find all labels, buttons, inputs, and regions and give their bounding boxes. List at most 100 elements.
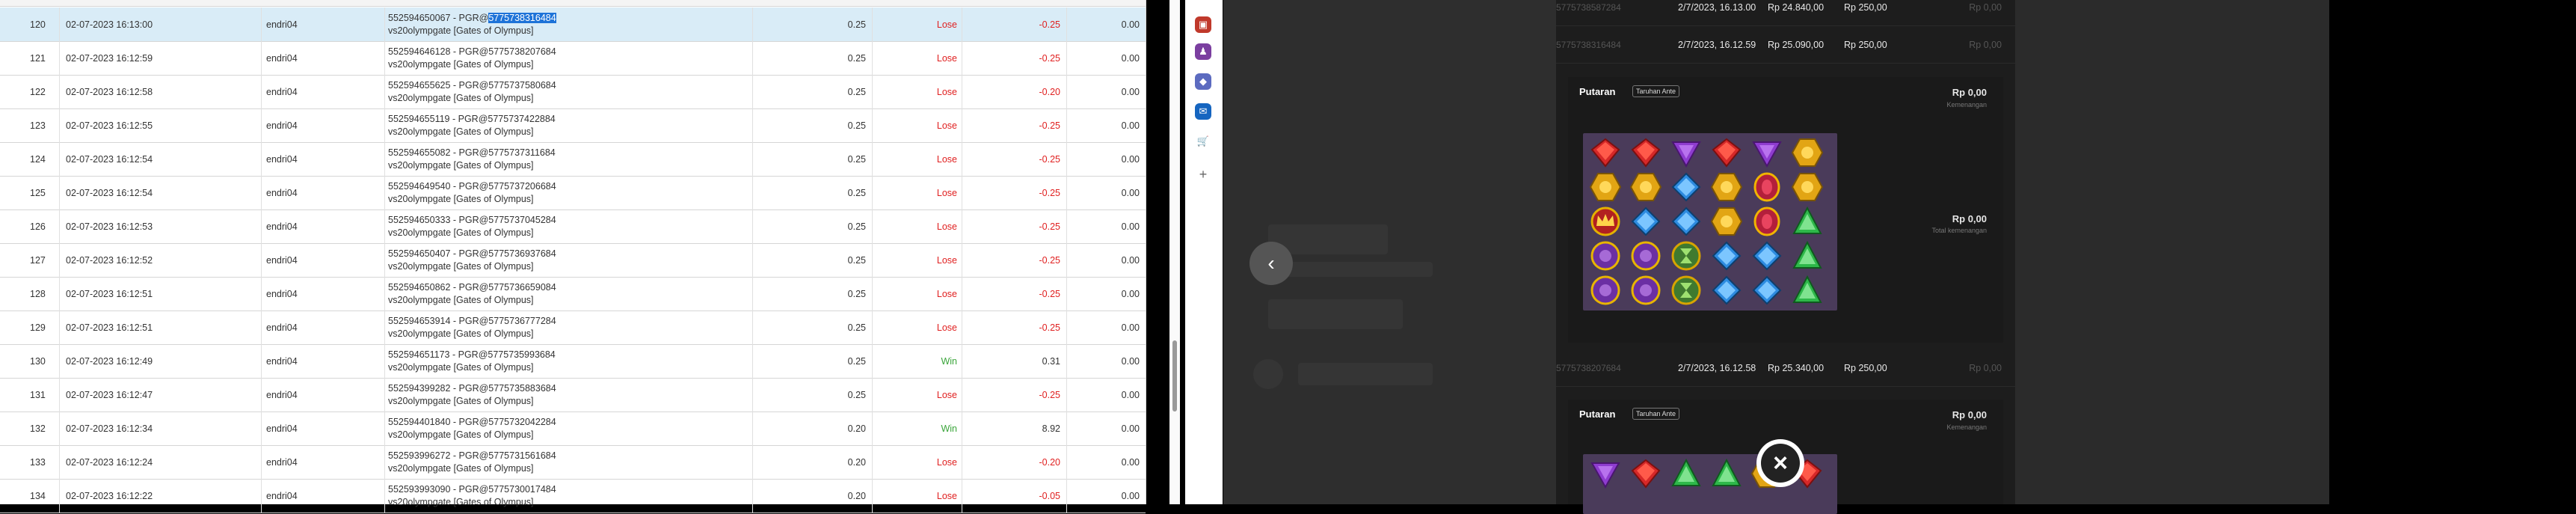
close-button[interactable]: ×	[1756, 439, 1804, 487]
hourglass-green-icon	[1670, 274, 1703, 307]
close-icon: ×	[1761, 444, 1800, 483]
history-row[interactable]: 5775738207684 2/7/2023, 16.12.58 Rp 25.3…	[1556, 350, 2015, 387]
hourglass-green-icon	[1670, 239, 1703, 272]
username: endri04	[262, 479, 385, 513]
bet-datetime: 02-07-2023 16:13:00	[60, 7, 262, 41]
bet-datetime: 02-07-2023 16:12:54	[60, 176, 262, 209]
outlook-icon[interactable]: ✉	[1195, 103, 1211, 120]
bet-id: 552594649540 - PGR@5775737206684	[388, 180, 556, 192]
balance: 0.00	[1121, 288, 1140, 299]
table-row[interactable]: 121 02-07-2023 16:12:59 endri04 55259464612…	[0, 41, 1146, 76]
table-row[interactable]: 125 02-07-2023 16:12:54 endri04 55259464954…	[0, 176, 1146, 210]
bet-detail: 552594650333 - PGR@5775737045284 vs20olym…	[385, 209, 753, 243]
round-bet: Rp 250,00	[1844, 2, 1887, 13]
table-row[interactable]: 131 02-07-2023 16:12:47 endri04 55259439928…	[0, 378, 1146, 412]
gem-green-icon	[1791, 239, 1824, 272]
ring-gold-icon	[1791, 171, 1824, 204]
bet-datetime: 02-07-2023 16:12:34	[60, 411, 262, 445]
round-id: 5775738587284	[1556, 2, 1621, 13]
table-row[interactable]: 123 02-07-2023 16:12:55 endri04 55259465511…	[0, 108, 1146, 143]
game-name: vs20olympgate [Gates of Olympus]	[388, 429, 534, 440]
bet-datetime: 02-07-2023 16:12:55	[60, 108, 262, 142]
username: endri04	[262, 41, 385, 75]
bet-datetime: 02-07-2023 16:12:51	[60, 310, 262, 344]
table-row[interactable]: 127 02-07-2023 16:12:52 endri04 55259465040…	[0, 243, 1146, 278]
bet-datetime: 02-07-2023 16:12:53	[60, 209, 262, 243]
gem-green-icon	[1791, 205, 1824, 238]
table-scrollbar-track[interactable]	[1169, 0, 1180, 504]
win-loss: -0.20	[962, 75, 1067, 108]
win-loss: -0.25	[962, 310, 1067, 344]
bet-amount: 0.20	[753, 411, 873, 445]
backdrop-far-right	[2329, 0, 2576, 504]
bet-id: 552593993090 - PGR@5775730017484	[388, 483, 556, 495]
balance: 0.00	[1121, 254, 1140, 266]
bet-id: 552594650067 - PGR@5775738316484	[388, 12, 556, 23]
balance: 0.00	[1121, 86, 1140, 97]
bet-detail: 552594655082 - PGR@5775737311684 vs20olym…	[385, 142, 753, 176]
username: endri04	[262, 7, 385, 41]
gem-blue-icon	[1629, 205, 1662, 238]
bet-result: Lose	[873, 277, 962, 310]
table-top-edge	[0, 0, 1146, 7]
table-row[interactable]: 133 02-07-2023 16:12:24 endri04 55259399627…	[0, 445, 1146, 480]
row-number: 125	[0, 176, 60, 209]
bet-result: Lose	[873, 142, 962, 176]
bet-detail: 552594655119 - PGR@5775737422884 vs20olym…	[385, 108, 753, 142]
toolbox-icon[interactable]: ▣	[1195, 16, 1211, 33]
spin-history-panel: 5775738587284 2/7/2023, 16.13.00 Rp 24.8…	[1556, 0, 2015, 514]
cart-icon[interactable]: 🛒	[1195, 133, 1211, 150]
bet-amount: 0.25	[753, 243, 873, 277]
table-scrollbar-thumb[interactable]	[1172, 340, 1177, 411]
game-name: vs20olympgate [Gates of Olympus]	[388, 294, 534, 305]
ante-bet-badge: Taruhan Ante	[1632, 85, 1680, 97]
gem-blue-icon	[1710, 274, 1743, 307]
ring-gold-icon	[1710, 205, 1743, 238]
previous-button[interactable]: ‹	[1249, 242, 1293, 285]
round-date: 2/7/2023, 16.13.00	[1678, 2, 1756, 13]
bet-result: Lose	[873, 378, 962, 411]
round-date: 2/7/2023, 16.12.59	[1678, 40, 1756, 50]
username: endri04	[262, 108, 385, 142]
bet-amount: 0.20	[753, 479, 873, 513]
gem-blue-icon	[1710, 239, 1743, 272]
table-row[interactable]: 129 02-07-2023 16:12:51 endri04 55259465391…	[0, 310, 1146, 345]
username: endri04	[262, 75, 385, 108]
bet-detail: 552593993090 - PGR@5775730017484 vs20olym…	[385, 479, 753, 513]
table-row[interactable]: 124 02-07-2023 16:12:54 endri04 55259465508…	[0, 142, 1146, 177]
cube-icon[interactable]: ◆	[1195, 73, 1211, 90]
bet-amount: 0.25	[753, 7, 873, 41]
win-loss: -0.25	[962, 7, 1067, 41]
table-row[interactable]: 126 02-07-2023 16:12:53 endri04 55259465033…	[0, 209, 1146, 244]
username: endri04	[262, 142, 385, 176]
ante-bet-badge: Taruhan Ante	[1632, 408, 1680, 420]
gem-purple-icon	[1670, 136, 1703, 169]
bet-datetime: 02-07-2023 16:12:22	[60, 479, 262, 513]
bet-id-highlight: 5775738316484	[488, 12, 556, 23]
table-row[interactable]: 132 02-07-2023 16:12:34 endri04 55259440184…	[0, 411, 1146, 446]
bet-detail: 552594651173 - PGR@5775735993684 vs20olym…	[385, 344, 753, 378]
gem-purple-icon	[1750, 136, 1783, 169]
table-row[interactable]: 120 02-07-2023 16:13:00 endri04 55259465006…	[0, 7, 1146, 42]
bet-result: Win	[873, 411, 962, 445]
chalice-purple-icon	[1589, 274, 1622, 307]
add-icon[interactable]: +	[1195, 166, 1211, 183]
history-row[interactable]: 5775738316484 2/7/2023, 16.12.59 Rp 25.0…	[1556, 27, 2015, 64]
row-number: 128	[0, 277, 60, 310]
user-figure-icon[interactable]: ♟	[1195, 43, 1211, 60]
table-row[interactable]: 134 02-07-2023 16:12:22 endri04 55259399309…	[0, 479, 1146, 513]
table-row[interactable]: 128 02-07-2023 16:12:51 endri04 55259465086…	[0, 277, 1146, 311]
history-row[interactable]: 5775738587284 2/7/2023, 16.13.00 Rp 24.8…	[1556, 0, 2015, 26]
ring-gold-icon	[1589, 171, 1622, 204]
table-row[interactable]: 130 02-07-2023 16:12:49 endri04 55259465117…	[0, 344, 1146, 379]
bet-amount: 0.25	[753, 41, 873, 75]
game-name: vs20olympgate [Gates of Olympus]	[388, 496, 534, 507]
bet-result: Lose	[873, 7, 962, 41]
chevron-left-icon: ‹	[1267, 251, 1275, 275]
bet-amount: 0.20	[753, 445, 873, 479]
game-name: vs20olympgate [Gates of Olympus]	[388, 462, 534, 474]
win-loss: 0.31	[962, 344, 1067, 378]
username: endri04	[262, 243, 385, 277]
table-row[interactable]: 122 02-07-2023 16:12:58 endri04 55259465562…	[0, 75, 1146, 109]
chalice-purple-icon	[1629, 274, 1662, 307]
